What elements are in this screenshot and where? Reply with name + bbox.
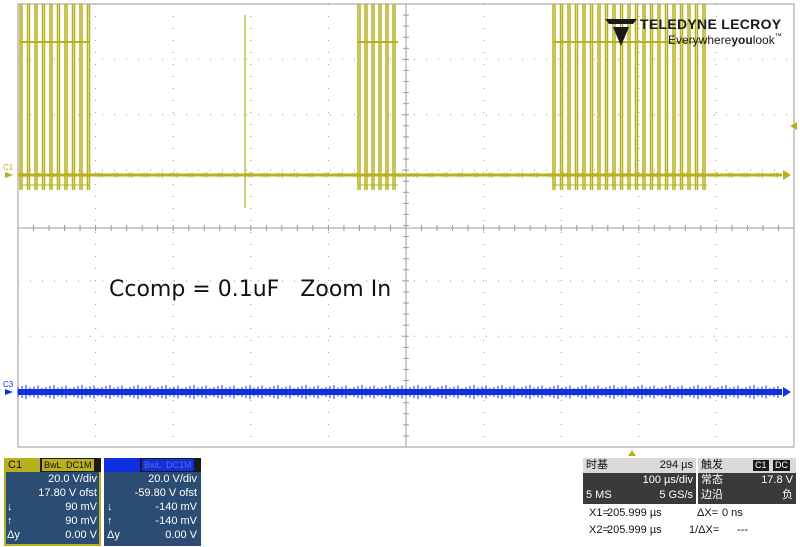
c1-ground-marker[interactable]: C1 [3,163,14,172]
timebase-memory: 5 MS [586,489,612,501]
c3-up-label: ↑ [107,515,113,527]
c3-down-label: ↓ [107,501,113,513]
c1-header: C1 BwL DC1M [4,458,101,472]
trigger-source-badge: C1 [753,460,769,471]
c3-down-value: -140 mV [155,501,197,513]
trigger-type: 边沿 [701,489,723,501]
c1-down-value: 90 mV [65,501,97,513]
c3-dy-label: Δy [107,529,120,541]
timebase-descriptor[interactable]: 时基 294 µs 100 µs/div 5 MS 5 GS/s [583,458,696,504]
c1-level-arrow-icon [5,172,13,178]
c1-dy-label: Δy [7,529,20,541]
c3-vdiv: 20.0 V/div [148,473,197,485]
x2-value: 205.999 µs [607,524,662,536]
inv-dx-label: 1/ΔX= [689,524,720,536]
dx-value: 0 ns [722,507,743,519]
teledyne-lecroy-logo: TELEDYNE LECROY Everywhereyoulook™ [604,14,794,50]
c3-name: C3 [104,458,140,472]
trigger-descriptor[interactable]: 触发 C1 DC 常态 17.8 V 边沿 负 [698,458,796,504]
timebase-delay: 294 µs [659,459,693,471]
dx-label: ΔX= [697,507,719,519]
c3-up-value: -140 mV [155,515,197,527]
trigger-position-arrow-icon[interactable] [628,450,636,456]
timebase-tdiv: 100 µs/div [642,474,693,486]
c1-up-label: ↑ [7,515,13,527]
logo-tagline: Everywhereyoulook™ [668,33,782,47]
c3-dy-value: 0.00 V [165,529,197,541]
c3-offset: -59.80 V ofst [134,487,197,499]
trigger-slope: 负 [782,489,793,501]
c3-ground-marker[interactable]: C3 [3,380,14,389]
c1-bwl-badge: BwL [42,459,64,471]
c1-pulse-burst [357,4,396,190]
logo-brand: TELEDYNE LECROY [640,16,782,32]
x1-label: X1= [589,507,609,519]
trigger-mode: 常态 [701,474,723,486]
c3-header: C3 BwL DC1M [104,458,201,472]
c3-right-arrow-icon [783,387,791,397]
x1-value: 205.999 µs [607,507,662,519]
c3-channel-descriptor[interactable]: C3 BwL DC1M 20.0 V/div -59.80 V ofst ↓ -1… [104,458,201,546]
c1-channel-descriptor[interactable]: C1 BwL DC1M 20.0 V/div 17.80 V ofst ↓ 90 … [4,458,101,546]
c1-up-value: 90 mV [65,515,97,527]
inv-dx-value: --- [737,524,748,536]
traces [17,4,782,399]
c1-right-arrow-icon [783,170,791,180]
timebase-label: 时基 [586,459,608,471]
c3-level-arrow-icon [5,389,13,395]
trigger-coupling-badge: DC [773,460,790,471]
c3-bwl-badge: BwL [142,459,164,471]
x2-label: X2= [589,524,609,536]
trigger-level: 17.8 V [761,474,793,486]
c1-coupling-badge: DC1M [64,459,94,471]
timebase-rate: 5 GS/s [659,489,693,501]
c1-vdiv: 20.0 V/div [48,473,97,485]
lecroy-logo-icon [605,19,637,46]
graticule [17,3,795,448]
c1-dy-value: 0.00 V [65,529,97,541]
cursor-readout: X1= 205.999 µs ΔX= 0 ns X2= 205.999 µs 1… [583,505,796,545]
c1-name: C1 [4,458,40,472]
c1-pulse-burst [19,4,91,190]
trigger-label: 触发 [701,459,723,471]
annotation-text: Ccomp = 0.1uF Zoom In [109,277,392,302]
c1-offset: 17.80 V ofst [38,487,97,499]
c3-coupling-badge: DC1M [164,459,194,471]
c1-down-label: ↓ [7,501,13,513]
